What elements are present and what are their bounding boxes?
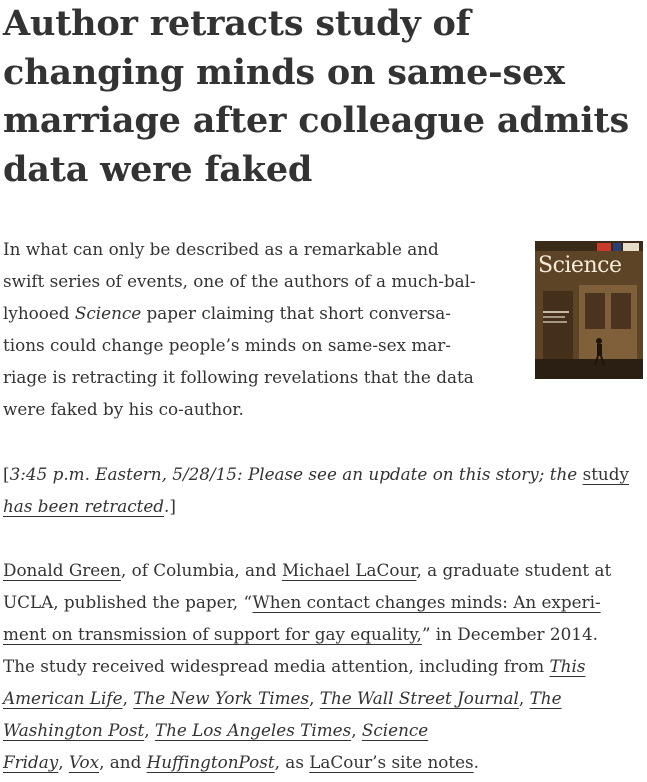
retraction-link[interactable]: study [583, 464, 629, 484]
media-link-wsj[interactable]: The Wall Street Journal [320, 688, 519, 708]
media-link-la-times[interactable]: The Los Angeles Times [155, 720, 351, 740]
cover-masthead: Science [538, 253, 622, 278]
title-line: changing minds on same-sex [3, 51, 565, 93]
text-line: The study received widespread media atte… [3, 650, 647, 682]
separator: , [122, 688, 134, 708]
update-text: 3:45 p.m. Eastern, 5/28/15: Please see a… [9, 464, 583, 484]
title-line: data were faked [3, 148, 313, 190]
text-run: paper claiming that short conversa- [141, 303, 451, 323]
paper-link[interactable]: ment on transmission of support for gay … [3, 624, 422, 644]
text-line: tions could change people’s minds on sam… [3, 335, 451, 355]
title-line: marriage after colleague admits [3, 100, 630, 141]
intro-paragraph: In what can only be described as a remar… [3, 233, 513, 425]
text-run: , of Columbia, and [120, 560, 282, 580]
article-title: Author retracts study of changing minds … [3, 0, 647, 194]
text-line: has been retracted.] [3, 490, 643, 522]
media-link-huffingtonpost[interactable]: HuffingtonPost [147, 752, 275, 772]
text-line: riage is retracting it following revelat… [3, 367, 474, 387]
title-line: Author retracts study of [3, 3, 471, 44]
text-line: Washington Post, The Los Angeles Times, … [3, 714, 647, 746]
journal-name: Science [74, 303, 142, 323]
text-run: , a graduate student at [416, 560, 612, 580]
text-line: Donald Green, of Columbia, and Michael L… [3, 554, 647, 586]
separator: , and [99, 752, 147, 772]
separator: , [351, 720, 362, 740]
separator: , [58, 752, 69, 772]
text-line: UCLA, published the paper, “When contact… [3, 586, 647, 618]
text-line: ment on transmission of support for gay … [3, 618, 647, 650]
text-run: UCLA, published the paper, “ [3, 592, 253, 612]
science-cover-image: Science [535, 241, 643, 379]
text-run: ” in December 2014. [421, 624, 598, 644]
text-run: The study received widespread media atte… [3, 656, 550, 676]
text-line: Friday, Vox, and HuffingtonPost, as LaCo… [3, 746, 647, 778]
media-link-this-american-life[interactable]: This [549, 656, 585, 676]
text-line: were faked by his co-author. [3, 399, 244, 419]
media-link-washington-post[interactable]: Washington Post [3, 720, 144, 740]
text-line: In what can only be described as a remar… [3, 239, 439, 259]
separator: , [144, 720, 155, 740]
separator: , [518, 688, 530, 708]
media-link-nyt[interactable]: The New York Times [133, 688, 309, 708]
separator: , [309, 688, 320, 708]
media-link-this-american-life[interactable]: American Life [3, 688, 123, 708]
period: . [473, 752, 479, 772]
retraction-link[interactable]: has been retracted [3, 496, 164, 516]
text-line: lyhooed Science paper claiming that shor… [3, 297, 513, 329]
author-link-lacour[interactable]: Michael LaCour [282, 560, 416, 580]
lacour-site-link[interactable]: LaCour’s site notes [309, 752, 473, 772]
author-link-green[interactable]: Donald Green [3, 560, 121, 580]
paper-link[interactable]: When contact changes minds: An experi- [253, 592, 601, 612]
update-note: [3:45 p.m. Eastern, 5/28/15: Please see … [3, 458, 643, 522]
text-run: lyhooed [3, 303, 75, 323]
media-link-washington-post[interactable]: The [530, 688, 562, 708]
text-line: swift series of events, one of the autho… [3, 271, 476, 291]
text-run: , as [274, 752, 310, 772]
bracket: ] [169, 496, 176, 516]
media-link-science-friday[interactable]: Science [362, 720, 428, 740]
media-link-vox[interactable]: Vox [69, 752, 99, 772]
body-paragraph: Donald Green, of Columbia, and Michael L… [3, 554, 647, 778]
media-link-science-friday[interactable]: Friday [3, 752, 58, 772]
text-line: American Life, The New York Times, The W… [3, 682, 647, 714]
text-line: [3:45 p.m. Eastern, 5/28/15: Please see … [3, 458, 643, 490]
